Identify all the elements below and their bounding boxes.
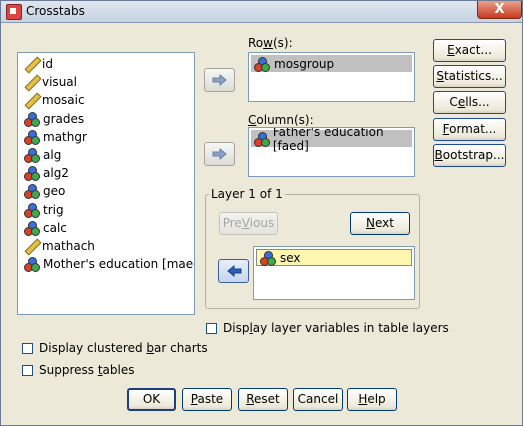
nominal-icon [24, 220, 40, 236]
checkbox-box[interactable] [206, 322, 217, 334]
source-list-item[interactable]: trig [24, 201, 64, 219]
source-list-item[interactable]: visual [24, 73, 77, 91]
nominal-icon [24, 184, 40, 200]
ruler-icon [24, 239, 38, 253]
layer-list[interactable]: sex [253, 246, 415, 300]
source-list-item[interactable]: mathach [24, 237, 95, 255]
right-arrow-icon [212, 148, 227, 160]
exact-button[interactable]: Exact... [433, 39, 506, 62]
source-list-item-label: alg [43, 148, 62, 162]
layer-title: Layer 1 of 1 [209, 187, 285, 201]
move-to-columns-button[interactable] [204, 142, 235, 166]
paste-button[interactable]: Paste [182, 388, 232, 411]
checkbox-box[interactable] [22, 364, 33, 376]
source-list-item[interactable]: mosaic [24, 91, 85, 109]
ok-button[interactable]: OK [127, 388, 176, 411]
source-list-item-label: mosaic [42, 93, 85, 108]
columns-list[interactable]: Father's education [faed] [248, 127, 415, 177]
source-list-item-label: calc [43, 220, 67, 235]
rows-list[interactable]: mosgroup [248, 52, 415, 102]
move-to-rows-button[interactable] [204, 68, 235, 92]
source-list-item[interactable]: alg2 [24, 164, 69, 182]
next-layer-button[interactable]: Next [350, 212, 410, 235]
rows-label: Row(s): [248, 36, 293, 50]
ruler-icon [24, 93, 38, 107]
source-list-item-label: visual [42, 75, 77, 90]
right-arrow-icon [212, 74, 227, 86]
source-list-item[interactable]: id [24, 55, 53, 73]
display-layer-variables-checkbox[interactable]: Display layer variables in table layers [206, 321, 449, 335]
layer-list-item[interactable]: sex [256, 249, 412, 266]
source-list-item-label: alg2 [43, 166, 69, 181]
ruler-icon [24, 75, 38, 89]
cancel-button[interactable]: Cancel [293, 388, 343, 411]
spss-app-icon [6, 4, 22, 20]
nominal-icon [24, 257, 40, 273]
nominal-icon [254, 131, 270, 147]
title-bar: Crosstabs X [1, 1, 522, 23]
statistics-button[interactable]: Statistics... [433, 65, 506, 89]
source-list-item[interactable]: Mother's education [maed] [24, 255, 195, 273]
source-list-item-label: mathach [42, 239, 95, 253]
close-button[interactable]: X [477, 1, 522, 19]
source-list-item[interactable]: calc [24, 219, 67, 237]
source-variable-list[interactable]: id visual mosaic grades mathgr alg alg2 geo trig… [17, 52, 195, 315]
nominal-icon [24, 202, 40, 218]
nominal-icon [24, 111, 40, 127]
source-list-item-label: grades [43, 111, 85, 126]
help-button[interactable]: Help [347, 388, 397, 411]
cells-button[interactable]: Cells... [433, 91, 506, 115]
source-list-item-label: mathgr [43, 129, 87, 144]
reset-button[interactable]: Reset [238, 388, 288, 411]
source-list-item[interactable]: geo [24, 182, 65, 200]
rows-list-item[interactable]: mosgroup [251, 55, 412, 72]
columns-list-item[interactable]: Father's education [faed] [251, 128, 412, 153]
nominal-icon [24, 148, 40, 163]
bootstrap-button[interactable]: Bootstrap... [433, 143, 506, 167]
nominal-icon [260, 250, 276, 266]
source-list-item-label: geo [43, 184, 66, 199]
source-list-item[interactable]: alg [24, 146, 61, 164]
nominal-icon [24, 129, 40, 145]
columns-label: Column(s): [248, 113, 314, 127]
checkbox-box[interactable] [22, 342, 33, 354]
window-title: Crosstabs [26, 4, 85, 18]
nominal-icon [254, 56, 270, 72]
suppress-tables-checkbox[interactable]: Suppress tables [22, 363, 135, 377]
clustered-bar-charts-checkbox[interactable]: Display clustered bar charts [22, 341, 208, 355]
source-list-item-label: trig [43, 202, 64, 217]
previous-layer-button[interactable]: PreVious [219, 212, 278, 235]
source-list-item-label: Mother's education [maed] [43, 257, 195, 272]
move-from-layer-button[interactable] [218, 259, 249, 283]
crosstabs-dialog: Crosstabs X id visual mosaic grades mathgr al… [0, 0, 523, 426]
left-arrow-icon [226, 265, 241, 277]
source-list-item-label: id [42, 57, 53, 71]
source-list-item[interactable]: grades [24, 110, 84, 128]
nominal-icon [24, 166, 40, 182]
format-button[interactable]: Format... [433, 117, 506, 141]
ruler-icon [24, 57, 38, 71]
source-list-item[interactable]: mathgr [24, 128, 87, 146]
